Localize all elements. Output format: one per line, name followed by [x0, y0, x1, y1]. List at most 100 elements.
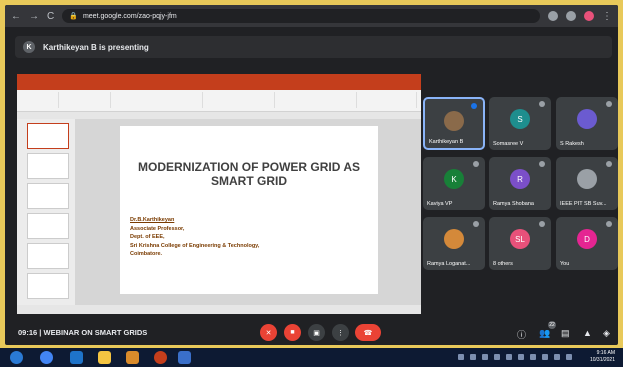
document-tab [17, 112, 421, 119]
participant-count-badge: 22 [548, 321, 556, 329]
clock-date: 10/31/2021 [589, 357, 615, 363]
back-icon[interactable]: ← [11, 11, 21, 22]
presenting-banner: K Karthikeyan B is presenting [15, 36, 612, 58]
info-icon[interactable]: ⓘ [517, 328, 526, 341]
ribbon-group [277, 92, 357, 108]
participant-name: Kaviya VP [427, 201, 453, 207]
activities-icon[interactable]: ▲ [583, 328, 592, 338]
presenter-dept: Dept. of EEE, [130, 234, 165, 240]
chrome-icon[interactable] [40, 351, 53, 364]
presenter-name: Dr.B.Karthikeyan [130, 217, 175, 223]
participant-tile[interactable]: D You [556, 217, 618, 270]
ribbon-group [359, 92, 417, 108]
file-explorer-icon[interactable] [98, 351, 111, 364]
participant-avatar: R [510, 169, 530, 189]
participant-name: 8 others [493, 261, 513, 267]
current-slide: MODERNIZATION OF POWER GRID AS SMART GRI… [120, 126, 378, 294]
meeting-details: 09:16 | WEBINAR ON SMART GRIDS [18, 327, 148, 337]
tray-icon[interactable] [494, 354, 500, 360]
presenter-city: Coimbatore. [130, 251, 163, 257]
more-options-button[interactable]: ⋮ [332, 324, 349, 341]
presenting-text: Karthikeyan B is presenting [43, 42, 149, 52]
mic-muted-icon [606, 161, 612, 167]
participant-avatar [577, 169, 597, 189]
ribbon-group [19, 92, 59, 108]
start-icon[interactable] [10, 351, 23, 364]
edge-icon[interactable] [70, 351, 83, 364]
profile-avatar[interactable] [584, 11, 594, 21]
lock-icon: 🔒 [69, 13, 78, 20]
leave-call-button[interactable]: ☎ [355, 324, 381, 341]
participant-tile[interactable]: IEEE PIT SB Suv... [556, 157, 618, 210]
participant-tile[interactable]: R Ramya Shobana [489, 157, 551, 210]
system-clock[interactable]: 9:16 AM 10/31/2021 [590, 350, 615, 364]
tray-icon[interactable] [458, 354, 464, 360]
url-text: meet.google.com/zao-pqjy-jfm [82, 12, 177, 20]
participant-name: Somasree V [493, 141, 524, 147]
present-button[interactable]: ▣ [308, 324, 325, 341]
mic-off-button[interactable]: ✕ [260, 324, 277, 341]
slide-presenter-info: Dr.B.Karthikeyan Associate Professor, De… [130, 216, 259, 259]
participant-tile[interactable]: K Kaviya VP [423, 157, 485, 210]
presenter-college: Sri Krishna College of Engineering & Tec… [130, 242, 260, 249]
slide-thumbnails [17, 119, 75, 305]
participant-tile[interactable]: SL 8 others [489, 217, 551, 270]
slide-thumbnail [27, 213, 69, 239]
chat-icon[interactable]: ▤ [561, 328, 570, 339]
tray-icon[interactable] [470, 354, 476, 360]
powerpoint-taskbar-icon[interactable] [154, 351, 167, 364]
participant-name: Ramya Loganat... [427, 261, 471, 267]
forward-icon[interactable]: → [29, 11, 39, 22]
participant-name: IEEE PIT SB Suv... [560, 201, 607, 207]
tray-icon[interactable] [506, 354, 512, 360]
meeting-time: 09:16 [18, 327, 38, 337]
tray-icon[interactable] [530, 354, 536, 360]
participant-tile[interactable]: Ramya Loganat... [423, 217, 485, 270]
host-controls-icon[interactable]: ◈ [603, 328, 610, 339]
participant-avatar: D [577, 229, 597, 249]
camera-off-button[interactable]: ■ [284, 324, 301, 341]
vlc-icon[interactable] [126, 351, 139, 364]
participant-name: S Rakesh [560, 141, 584, 147]
slide-thumbnail [27, 183, 69, 209]
browser-toolbar: ← → C 🔒 meet.google.com/zao-pqjy-jfm ⋮ [5, 5, 618, 27]
windows-taskbar: 9:16 AM 10/31/2021 [0, 348, 623, 367]
powerpoint-statusbar [17, 305, 421, 314]
tray-icon[interactable] [542, 354, 548, 360]
ribbon-group [205, 92, 275, 108]
browser-menu-icon[interactable]: ⋮ [602, 11, 612, 22]
extension-icon[interactable] [548, 11, 558, 21]
mic-muted-icon [539, 101, 545, 107]
clock-time: 9:16 AM [596, 350, 615, 356]
star-icon[interactable] [566, 11, 576, 21]
participant-avatar: SL [510, 229, 530, 249]
participant-avatar: S [510, 109, 530, 129]
tray-icon[interactable] [554, 354, 560, 360]
powerpoint-tabs [17, 83, 421, 90]
participant-name: You [560, 261, 570, 267]
address-bar[interactable]: 🔒 meet.google.com/zao-pqjy-jfm [62, 9, 540, 23]
participant-avatar [444, 229, 464, 249]
powerpoint-ribbon [17, 90, 421, 112]
presenter-role: Associate Professor, [130, 225, 185, 232]
meeting-controls: 09:16 | WEBINAR ON SMART GRIDS ✕ ■ ▣ ⋮ ☎… [5, 319, 618, 345]
participant-avatar [577, 109, 597, 129]
powerpoint-titlebar [17, 74, 421, 83]
reload-icon[interactable]: C [47, 11, 54, 22]
shared-screen: MODERNIZATION OF POWER GRID AS SMART GRI… [17, 74, 421, 314]
slide-thumbnail [27, 123, 69, 149]
slide-thumbnail [27, 273, 69, 299]
participant-tile[interactable]: S Rakesh [556, 97, 618, 150]
participant-tile[interactable]: S Somasree V [489, 97, 551, 150]
tray-icon[interactable] [518, 354, 524, 360]
meet-taskbar-icon[interactable] [178, 351, 191, 364]
people-icon[interactable]: 👥 [539, 328, 550, 339]
mic-muted-icon [606, 101, 612, 107]
ribbon-group [61, 92, 111, 108]
tray-icon[interactable] [566, 354, 572, 360]
slide-canvas: MODERNIZATION OF POWER GRID AS SMART GRI… [75, 119, 421, 305]
speaking-icon [471, 103, 477, 109]
participant-tile[interactable]: Karthikeyan B [423, 97, 485, 150]
participant-avatar: K [444, 169, 464, 189]
tray-icon[interactable] [482, 354, 488, 360]
